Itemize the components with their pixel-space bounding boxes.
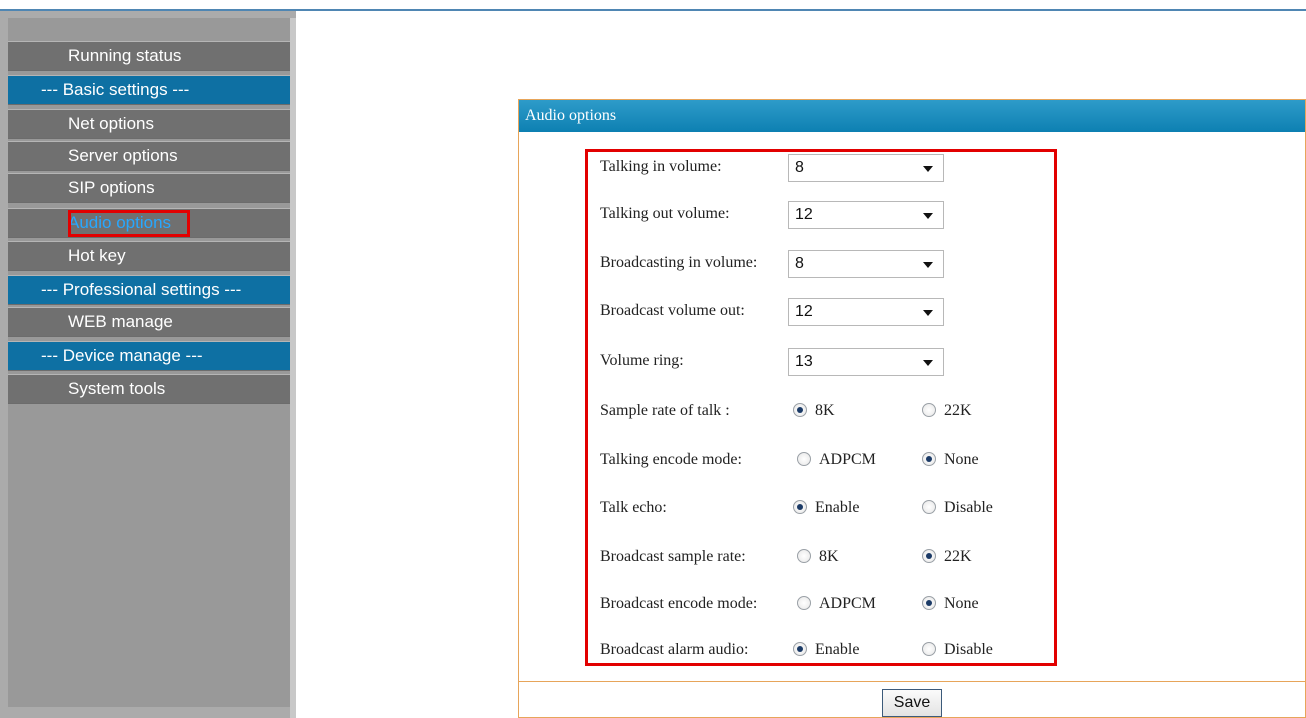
sidebar-item-running-status[interactable]: Running status xyxy=(8,41,290,71)
active-item-highlight-box xyxy=(68,210,190,237)
chevron-down-icon xyxy=(923,262,933,268)
volume-ring-select[interactable]: 13 xyxy=(788,348,944,376)
talking-in-volume-select[interactable]: 8 xyxy=(788,154,944,182)
radio-label: Enable xyxy=(815,499,860,516)
sidebar-divider xyxy=(290,18,296,718)
broadcast-sample-22k-radio[interactable]: 22K xyxy=(922,542,972,572)
broadcast-alarm-disable-radio[interactable]: Disable xyxy=(922,635,993,665)
field-label: Talking in volume: xyxy=(600,158,722,175)
radio-label: 22K xyxy=(944,402,972,419)
radio-label: Disable xyxy=(944,641,993,658)
talk-echo-disable-radio[interactable]: Disable xyxy=(922,493,993,523)
sidebar-item-label: Hot key xyxy=(68,246,126,265)
chevron-down-icon xyxy=(923,166,933,172)
radio-unselected-icon xyxy=(797,452,811,467)
select-value: 13 xyxy=(795,353,813,370)
broadcasting-in-volume-select[interactable]: 8 xyxy=(788,250,944,278)
talking-out-volume-select[interactable]: 12 xyxy=(788,201,944,229)
radio-label: None xyxy=(944,595,979,612)
radio-selected-icon xyxy=(793,642,807,657)
sidebar-item-hot-key[interactable]: Hot key xyxy=(8,241,290,271)
broadcast-alarm-enable-radio[interactable]: Enable xyxy=(793,635,859,665)
sidebar-item-label: WEB manage xyxy=(68,312,173,331)
broadcast-encode-none-radio[interactable]: None xyxy=(922,589,979,619)
radio-unselected-icon xyxy=(797,596,811,611)
talking-encode-adpcm-radio[interactable]: ADPCM xyxy=(797,445,876,475)
panel-title: Audio options xyxy=(519,100,1305,132)
select-value: 8 xyxy=(795,255,804,272)
broadcast-volume-out-select[interactable]: 12 xyxy=(788,298,944,326)
sidebar-item-label: Net options xyxy=(68,114,154,133)
radio-label: Enable xyxy=(815,641,860,658)
sidebar-item-server-options[interactable]: Server options xyxy=(8,141,290,171)
sample-rate-talk-22k-radio[interactable]: 22K xyxy=(922,396,972,426)
sidebar-item-system-tools[interactable]: System tools xyxy=(8,374,290,404)
field-label: Broadcast alarm audio: xyxy=(600,641,749,658)
sample-rate-talk-8k-radio[interactable]: 8K xyxy=(793,396,835,426)
save-button[interactable]: Save xyxy=(882,689,942,717)
sidebar-item-label: --- Basic settings --- xyxy=(41,80,190,99)
sidebar-item-web-manage[interactable]: WEB manage xyxy=(8,307,290,337)
sidebar-item-net-options[interactable]: Net options xyxy=(8,109,290,139)
sidebar-item-label: --- Professional settings --- xyxy=(41,280,242,299)
radio-unselected-icon xyxy=(797,549,811,564)
field-label: Talking encode mode: xyxy=(600,451,742,468)
broadcast-sample-8k-radio[interactable]: 8K xyxy=(797,542,839,572)
sidebar-item-sip-options[interactable]: SIP options xyxy=(8,173,290,203)
sidebar-group-professional-settings[interactable]: --- Professional settings --- xyxy=(8,275,290,305)
radio-label: 22K xyxy=(944,548,972,565)
radio-selected-icon xyxy=(922,452,936,467)
chevron-down-icon xyxy=(923,360,933,366)
talk-echo-enable-radio[interactable]: Enable xyxy=(793,493,859,523)
sidebar-item-label: Running status xyxy=(68,46,182,65)
radio-label: ADPCM xyxy=(819,595,876,612)
radio-label: 8K xyxy=(819,548,839,565)
select-value: 12 xyxy=(795,303,813,320)
field-label: Broadcast sample rate: xyxy=(600,548,746,565)
radio-selected-icon xyxy=(922,596,936,611)
select-value: 8 xyxy=(795,159,804,176)
field-label: Volume ring: xyxy=(600,352,684,369)
chevron-down-icon xyxy=(923,213,933,219)
sidebar-group-device-manage[interactable]: --- Device manage --- xyxy=(8,341,290,371)
radio-label: ADPCM xyxy=(819,451,876,468)
sidebar-item-label: Server options xyxy=(68,146,178,165)
field-label: Broadcasting in volume: xyxy=(600,254,758,271)
sidebar-group-basic-settings[interactable]: --- Basic settings --- xyxy=(8,75,290,105)
radio-selected-icon xyxy=(922,549,936,564)
field-label: Broadcast encode mode: xyxy=(600,595,758,612)
field-label: Talk echo: xyxy=(600,499,667,516)
sidebar-item-label: SIP options xyxy=(68,178,155,197)
panel-footer-divider xyxy=(519,681,1305,682)
field-label: Broadcast volume out: xyxy=(600,302,745,319)
broadcast-encode-adpcm-radio[interactable]: ADPCM xyxy=(797,589,876,619)
sidebar-item-label: --- Device manage --- xyxy=(41,346,203,365)
sidebar-item-label: System tools xyxy=(68,379,166,398)
radio-selected-icon xyxy=(793,403,807,418)
field-label: Talking out volume: xyxy=(600,205,730,222)
radio-label: None xyxy=(944,451,979,468)
chevron-down-icon xyxy=(923,310,933,316)
radio-label: 8K xyxy=(815,402,835,419)
select-value: 12 xyxy=(795,206,813,223)
radio-selected-icon xyxy=(793,500,807,515)
radio-unselected-icon xyxy=(922,642,936,657)
radio-label: Disable xyxy=(944,499,993,516)
field-label: Sample rate of talk : xyxy=(600,402,730,419)
talking-encode-none-radio[interactable]: None xyxy=(922,445,979,475)
radio-unselected-icon xyxy=(922,403,936,418)
radio-unselected-icon xyxy=(922,500,936,515)
